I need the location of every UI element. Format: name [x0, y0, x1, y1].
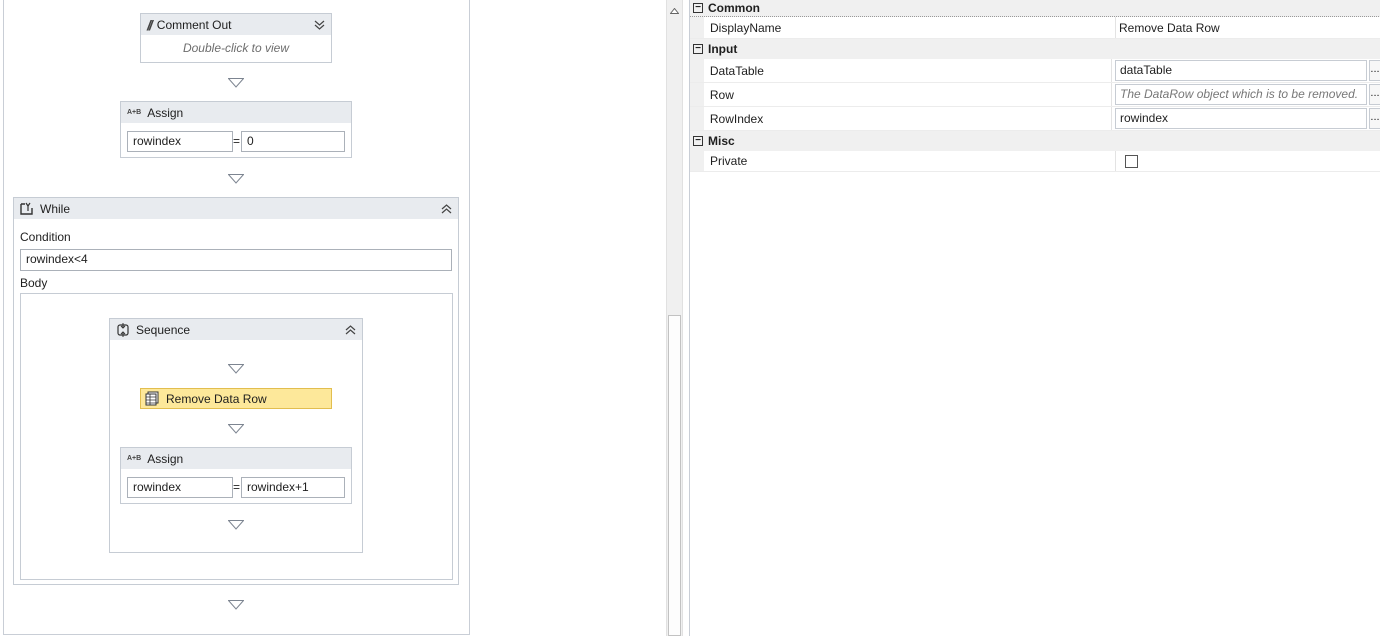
property-label: DisplayName: [704, 17, 1116, 38]
vertical-scrollbar[interactable]: [666, 0, 683, 636]
assign-to-field[interactable]: rowindex: [127, 477, 233, 498]
assign-activity[interactable]: A+B Assign rowindex = rowindex+1: [120, 447, 352, 504]
property-private[interactable]: Private: [690, 151, 1380, 172]
assign-ab-icon: A+B: [127, 455, 142, 462]
expand-chevron-icon[interactable]: [314, 20, 325, 30]
property-datatable[interactable]: DataTable dataTable ...: [690, 59, 1380, 83]
drop-arrow-icon[interactable]: [227, 599, 245, 613]
property-rowindex[interactable]: RowIndex rowindex ...: [690, 107, 1380, 131]
scroll-up-icon[interactable]: [669, 3, 680, 17]
collapse-chevron-icon[interactable]: [345, 324, 356, 335]
property-label: Private: [704, 151, 1116, 171]
data-table-icon: [145, 391, 160, 406]
category-input-label: Input: [708, 42, 738, 56]
row-gutter: [690, 107, 704, 130]
remove-data-row-title: Remove Data Row: [166, 391, 267, 406]
property-displayname[interactable]: DisplayName Remove Data Row: [690, 17, 1380, 39]
property-label: DataTable: [704, 59, 1112, 82]
collapse-chevron-icon[interactable]: [441, 203, 452, 214]
category-common-label: Common: [708, 1, 760, 15]
property-label: RowIndex: [704, 107, 1112, 130]
category-misc-label: Misc: [708, 134, 735, 148]
category-input[interactable]: − Input: [690, 39, 1380, 59]
comment-slashes-icon: //: [147, 16, 153, 33]
assign-value-field[interactable]: 0: [241, 131, 345, 152]
datatable-input[interactable]: dataTable: [1115, 60, 1367, 81]
ellipsis-button[interactable]: ...: [1369, 108, 1380, 129]
row-gutter: [690, 17, 704, 38]
row-gutter: [690, 151, 704, 171]
comment-out-title: Comment Out: [156, 17, 232, 32]
assign-value-field[interactable]: rowindex+1: [241, 477, 345, 498]
drop-arrow-icon[interactable]: [227, 77, 245, 91]
category-misc[interactable]: − Misc: [690, 131, 1380, 151]
assign-title: Assign: [147, 451, 184, 466]
comment-out-hint: Double-click to view: [182, 41, 290, 55]
drop-arrow-icon[interactable]: [227, 519, 245, 533]
category-common[interactable]: − Common: [690, 0, 1380, 17]
ellipsis-button[interactable]: ...: [1369, 60, 1380, 81]
comment-out-activity[interactable]: // Comment Out Double-click to view: [140, 13, 332, 63]
sequence-title: Sequence: [136, 322, 191, 337]
property-label: Row: [704, 83, 1112, 106]
assign-title: Assign: [147, 105, 184, 120]
sequence-icon: [116, 322, 130, 337]
drop-arrow-icon[interactable]: [227, 363, 245, 377]
collapse-box-icon[interactable]: −: [693, 44, 703, 54]
assign-activity[interactable]: A+B Assign rowindex = 0: [120, 101, 352, 158]
ellipsis-button[interactable]: ...: [1369, 84, 1380, 105]
property-value[interactable]: Remove Data Row: [1116, 17, 1380, 38]
assign-equals: =: [233, 480, 241, 494]
assign-to-field[interactable]: rowindex: [127, 131, 233, 152]
rowindex-input[interactable]: rowindex: [1115, 108, 1367, 129]
while-title: While: [40, 201, 71, 216]
collapse-box-icon[interactable]: −: [693, 3, 703, 13]
row-gutter: [690, 59, 704, 82]
body-label: Body: [20, 276, 48, 290]
property-row[interactable]: Row The DataRow object which is to be re…: [690, 83, 1380, 107]
row-input[interactable]: The DataRow object which is to be remove…: [1115, 84, 1367, 105]
while-loop-icon: [20, 202, 34, 215]
private-checkbox[interactable]: [1125, 154, 1138, 168]
row-gutter: [690, 83, 704, 106]
assign-equals: =: [233, 134, 241, 148]
drop-arrow-icon[interactable]: [227, 173, 245, 187]
condition-label: Condition: [20, 230, 71, 244]
properties-panel: − Common DisplayName Remove Data Row − I…: [689, 0, 1380, 636]
condition-field[interactable]: rowindex<4: [20, 249, 452, 271]
assign-ab-icon: A+B: [127, 109, 142, 116]
scrollbar-thumb[interactable]: [668, 315, 681, 636]
collapse-box-icon[interactable]: −: [693, 136, 703, 146]
drop-arrow-icon[interactable]: [227, 423, 245, 437]
remove-data-row-activity[interactable]: Remove Data Row: [140, 388, 332, 409]
